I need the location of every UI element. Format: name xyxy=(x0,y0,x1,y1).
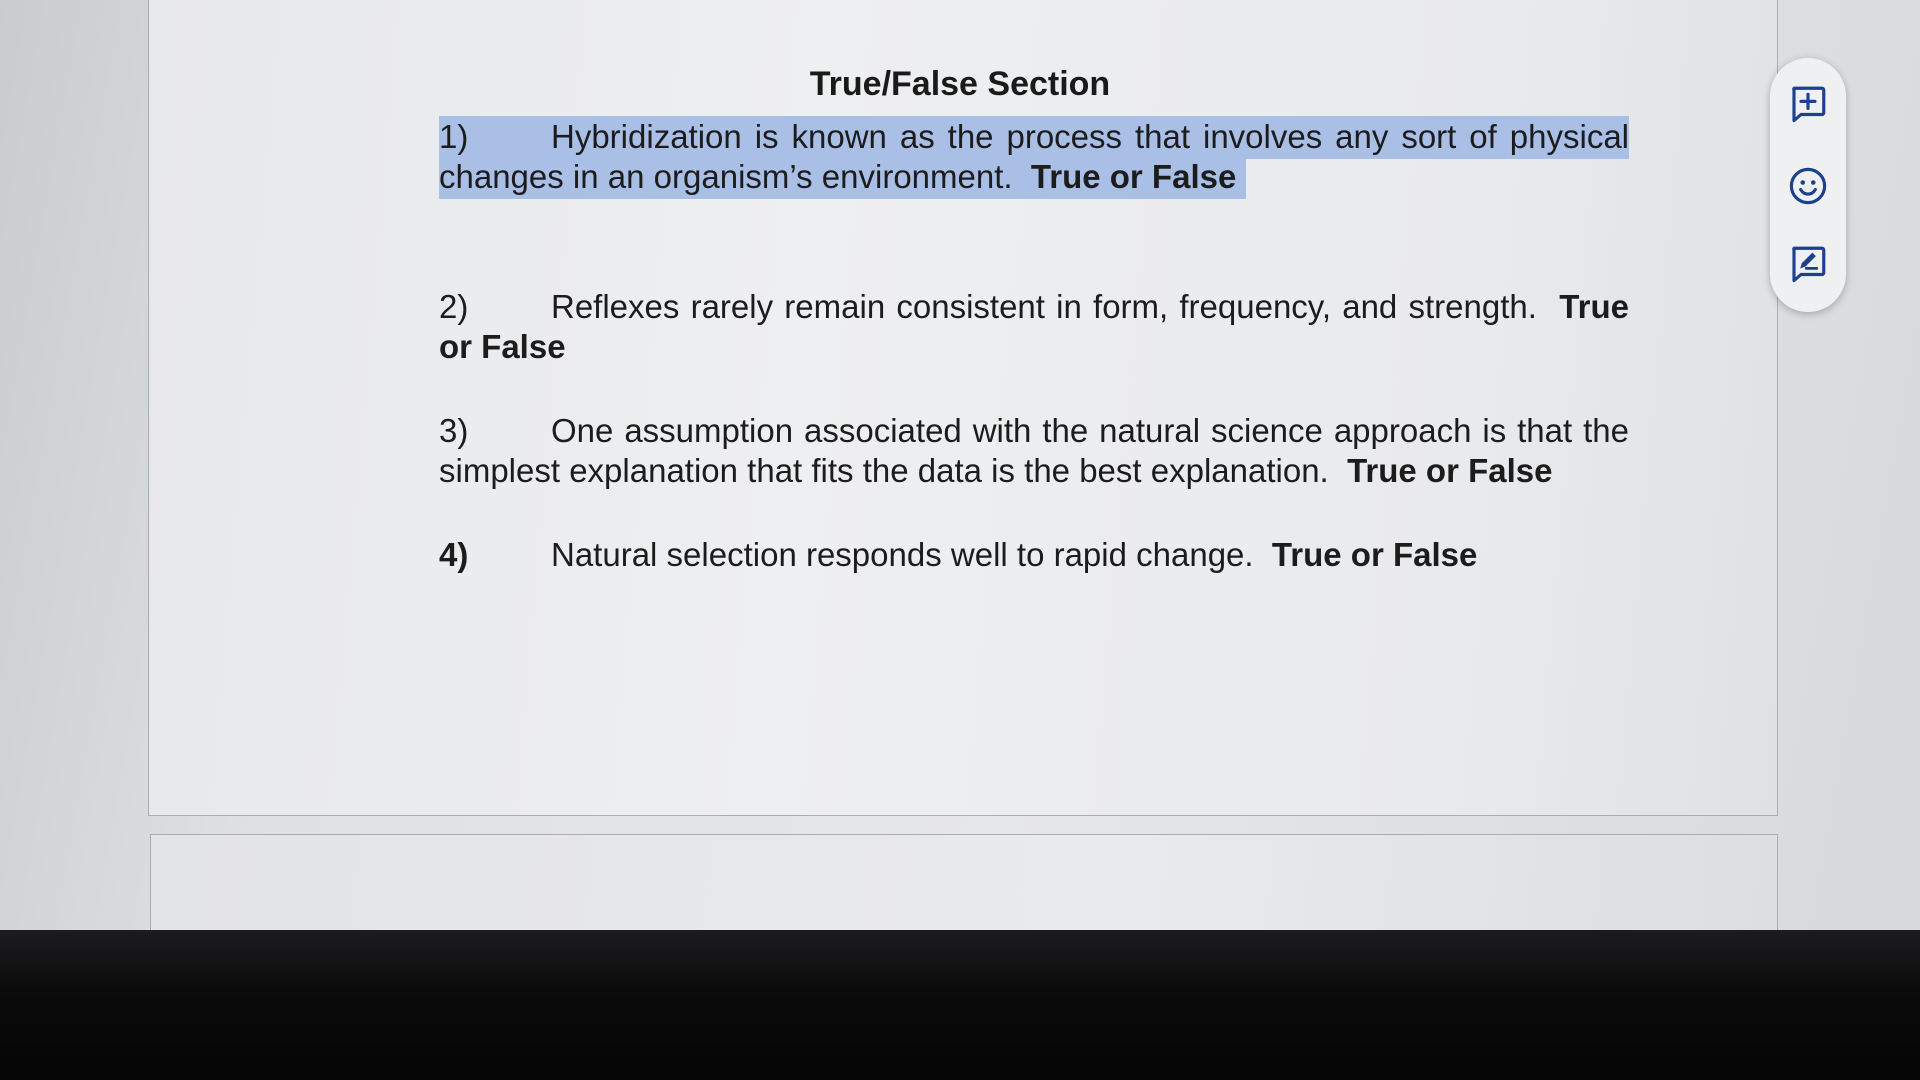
next-document-page[interactable] xyxy=(150,834,1778,935)
question-3[interactable]: 3) One assumption associated with the nat… xyxy=(439,411,1629,491)
side-action-toolbar xyxy=(1770,58,1846,312)
true-false-prompt: True or False xyxy=(1347,452,1553,489)
add-comment-icon xyxy=(1792,86,1826,123)
section-title: True/False Section xyxy=(149,65,1779,104)
add-emoji-reaction-button[interactable] xyxy=(1784,162,1832,210)
section-title-text: True/False Section xyxy=(809,65,1111,103)
question-2[interactable]: 2) Reflexes rarely remain consistent in f… xyxy=(439,287,1629,367)
document-page[interactable]: True/False Section 1) Hybridization is kn… xyxy=(148,0,1778,816)
suggest-edits-icon xyxy=(1792,246,1826,283)
screen: True/False Section 1) Hybridization is kn… xyxy=(0,0,1920,935)
true-false-prompt: True or False xyxy=(1030,158,1237,195)
question-number: 2) xyxy=(439,288,469,325)
question-4[interactable]: 4) Natural selection responds well to rap… xyxy=(439,535,1629,575)
question-1[interactable]: 1) Hybridization is known as the process … xyxy=(439,117,1629,197)
question-number: 1) xyxy=(439,118,469,155)
text-selection[interactable]: 1) Hybridization is known as the process … xyxy=(439,118,1629,195)
question-text: Natural selection responds well to rapid… xyxy=(551,536,1254,573)
question-number: 3) xyxy=(439,412,469,449)
question-text: Reflexes rarely remain consistent in for… xyxy=(551,288,1537,325)
suggest-edits-button[interactable] xyxy=(1784,240,1832,288)
true-false-prompt: True or False xyxy=(1271,536,1478,573)
question-number: 4) xyxy=(439,536,469,573)
monitor-bezel xyxy=(0,930,1920,1080)
add-comment-button[interactable] xyxy=(1784,80,1832,128)
emoji-reaction-icon xyxy=(1789,167,1827,205)
